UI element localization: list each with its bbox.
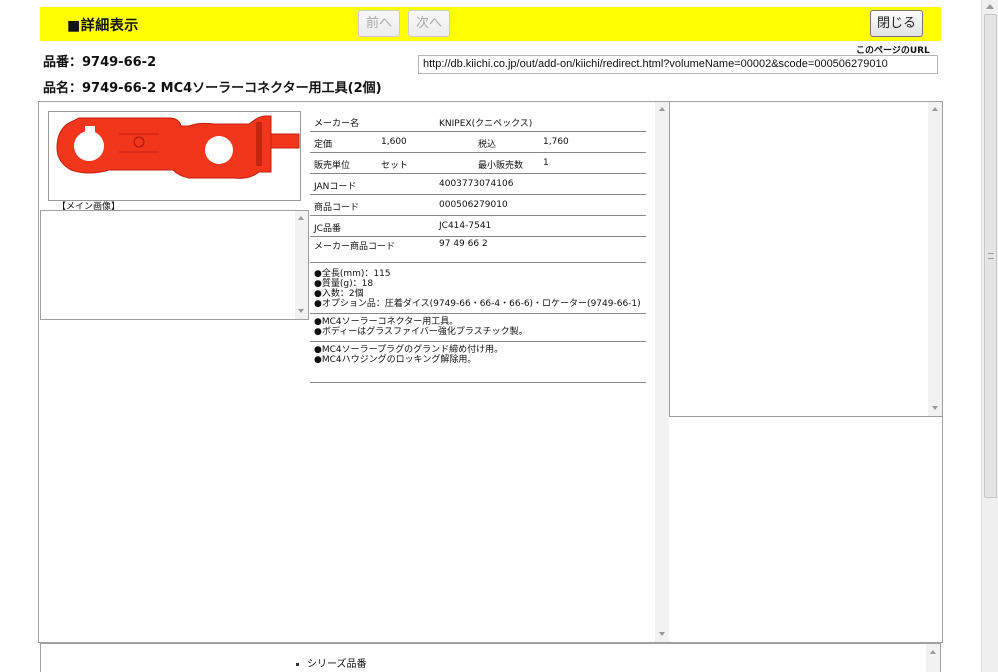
series-item: シリーズ品番 [296, 655, 367, 670]
spec-row-code: 商品コード 000506279010 [310, 195, 646, 216]
spec-details: ●全長(mm)：115 ●質量(g)：18 ●入数：2個 ●オプション品：圧着ダ… [310, 263, 646, 314]
spec-value: 1,600 [381, 137, 407, 147]
spec-label: 商品コード [314, 203, 360, 213]
spec-row-unit: 販売単位 セット 最小販売数 1 [310, 153, 646, 174]
spec-value: KNIPEX(クニペックス) [439, 119, 533, 129]
scroll-down-icon[interactable] [932, 406, 938, 410]
series-label: シリーズ品番 [307, 659, 367, 670]
spec-row-jc: JC品番 JC414-7541 [310, 216, 646, 237]
thumbnail-frame [40, 210, 309, 320]
detail-frame: 【メイン画像】 メーカー名 KNIPEX(クニペックス) 定価 1,600 税込… [38, 101, 943, 643]
spec-uses: ●MC4ソーラープラグのグランド締め付け用。 ●MC4ハウジングのロッキング解除… [310, 342, 646, 383]
spec-label: JANコード [314, 182, 357, 192]
detail-line: ●質量(g)：18 [314, 279, 374, 289]
spec-value: 000506279010 [439, 200, 508, 210]
spec-label: JC品番 [314, 224, 341, 234]
feature-line: ●ボディーはグラスファイバー強化プラスチック製。 [314, 327, 528, 337]
spec-label: メーカー商品コード [314, 242, 396, 252]
scroll-up-icon[interactable] [298, 216, 304, 220]
bullet-icon [296, 662, 299, 666]
scroll-up-icon[interactable] [932, 107, 938, 111]
spec-label: メーカー名 [314, 119, 360, 129]
spec-label: 定価 [314, 140, 333, 150]
prev-button[interactable]: 前へ [358, 10, 400, 37]
part-number: 品番：9749-66-2 [43, 55, 157, 70]
related-frame [669, 102, 942, 417]
spec-value: 1 [543, 158, 549, 168]
spec-label: 販売単位 [314, 161, 351, 171]
spec-value: セット [381, 161, 409, 171]
series-scrollbar[interactable] [926, 644, 940, 672]
spec-features: ●MC4ソーラーコネクター用工具。 ●ボディーはグラスファイバー強化プラスチック… [310, 314, 646, 342]
page: ■詳細表示 前へ 次へ 閉じる 品番：9749-66-2 品名：9749-66-… [0, 0, 998, 672]
next-button[interactable]: 次へ [408, 10, 450, 37]
use-line: ●MC4ハウジングのロッキング解除用。 [314, 355, 477, 365]
spec-value: 97 49 66 2 [439, 239, 488, 249]
spanner-tool-image [56, 115, 300, 179]
spec-row-maker-code: メーカー商品コード 97 49 66 2 [310, 237, 646, 263]
scrollbar-thumb[interactable] [984, 14, 997, 498]
spec-table: メーカー名 KNIPEX(クニペックス) 定価 1,600 税込 1,760 販… [310, 111, 646, 383]
spec-label: 税込 [478, 140, 497, 150]
window-scrollbar[interactable] [981, 0, 998, 672]
detail-line: ●オプション品：圧着ダイス(9749-66・66-4・66-6)・ロケーター(9… [314, 299, 641, 309]
use-line: ●MC4ソーラープラグのグランド締め付け用。 [314, 345, 504, 355]
scroll-up-icon[interactable] [659, 107, 665, 111]
close-button[interactable]: 閉じる [870, 10, 923, 37]
scroll-up-icon[interactable] [930, 650, 936, 654]
spec-scrollbar[interactable] [655, 102, 669, 642]
thumbnail-scrollbar[interactable] [295, 211, 308, 319]
grip-icon [988, 253, 994, 259]
spec-value: 4003773074106 [439, 179, 514, 189]
detail-line: ●全長(mm)：115 [314, 269, 391, 279]
part-name: 品名：9749-66-2 MC4ソーラーコネクター用工具(2個) [43, 81, 382, 96]
url-field[interactable]: http://db.kiichi.co.jp/out/add-on/kiichi… [418, 55, 938, 74]
main-image: 【メイン画像】 [48, 111, 301, 212]
spec-label: 最小販売数 [478, 161, 524, 171]
scroll-up-icon[interactable] [986, 4, 994, 9]
page-title: ■詳細表示 [67, 18, 139, 34]
spec-value: 1,760 [543, 137, 569, 147]
feature-line: ●MC4ソーラーコネクター用工具。 [314, 317, 459, 327]
spec-value: JC414-7541 [439, 221, 492, 231]
header-bar: ■詳細表示 前へ 次へ 閉じる [40, 7, 941, 41]
related-scrollbar[interactable] [928, 102, 942, 416]
spec-row-maker: メーカー名 KNIPEX(クニペックス) [310, 111, 646, 132]
series-frame: シリーズ品番 [40, 643, 941, 672]
scroll-down-icon[interactable] [298, 309, 304, 313]
spec-row-price: 定価 1,600 税込 1,760 [310, 132, 646, 153]
detail-line: ●入数：2個 [314, 289, 364, 299]
spec-row-jan: JANコード 4003773074106 [310, 174, 646, 195]
scroll-down-icon[interactable] [659, 632, 665, 636]
